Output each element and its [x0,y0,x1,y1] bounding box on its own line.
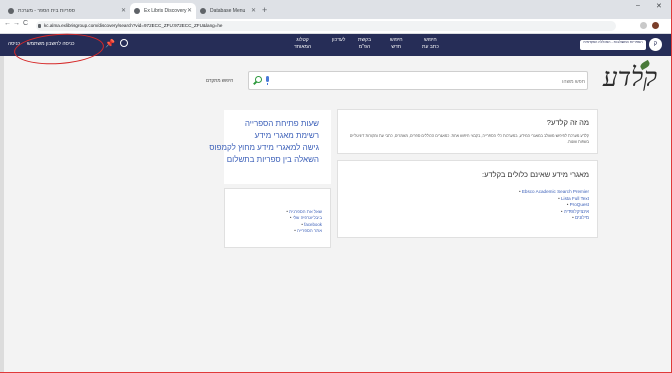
library-link[interactable]: רשימת מאגרי מידע [255,130,319,141]
library-links-card: שעות פתיחת הספרייה רשימת מאגרי מידע גישה… [209,110,331,184]
nav-journal-search[interactable]: חיפוש כתב עת [422,37,439,51]
search-box [248,71,588,91]
nav-new-search[interactable]: חיפוש חדש [390,37,403,51]
library-link[interactable]: שעות פתיחת הספרייה [245,118,319,129]
list-item[interactable]: מילונים [519,215,589,222]
back-button[interactable]: ← [4,20,11,27]
tab-title: Database Menu [210,8,246,14]
about-card: מה זה קלדע? קלדע מערכת לחיפוש משולב במאג… [337,109,598,154]
tab-title: Ex Libris Discovery [144,8,187,14]
kaldi-logo-text: קלדע [602,63,658,93]
search-input[interactable] [273,72,587,91]
list-item[interactable]: Ebsco Academic Search Premier [519,189,589,196]
nav-catalog[interactable]: קטלוג המאוחד [294,37,311,51]
close-icon[interactable]: ✕ [121,3,126,19]
new-tab-button[interactable]: + [262,3,267,17]
lock-icon [38,24,41,28]
frame-shadow [0,56,4,372]
nav-request[interactable]: בקשת הפ"מ [358,37,371,51]
favicon-icon [134,8,140,14]
more-links-card: שאל את הספרנית ביבליוגרפיה שלי facebook … [224,188,331,248]
library-link[interactable]: גישה למאגרי מידע מחוץ לקמפוס [209,142,319,153]
close-window-button[interactable]: ✕ [656,2,662,10]
about-text: קלדע מערכת לחיפוש משולב במאגרי המידע, במ… [349,134,589,144]
favicon-icon [200,8,206,14]
institution-logo[interactable]: הספריות המשולבות - המכללה האקדמית ק [580,38,666,52]
minimize-button[interactable]: – [636,2,640,9]
tab-discovery[interactable]: Ex Libris Discovery ✕ [130,3,196,19]
browser-window: ספריות בית הספר - מערכת ✕ Ex Libris Disc… [0,0,672,373]
microphone-icon[interactable] [266,76,269,85]
institution-logo-text: הספריות המשולבות - המכללה האקדמית [580,40,646,50]
star-icon[interactable] [640,22,647,29]
forward-button[interactable]: → [13,20,20,27]
tab-strip: ספריות בית הספר - מערכת ✕ Ex Libris Disc… [0,0,671,19]
institution-logo-mark: ק [649,38,662,51]
history-icon[interactable] [120,39,128,47]
nav-update[interactable]: לעדכון [332,37,345,44]
databases-title: מאגרי מידע שאינם כלולים בקלדע: [482,170,589,179]
databases-list: Ebsco Academic Search Premier Lista Full… [519,189,589,222]
favicon-icon [8,8,14,14]
tab-database-menu[interactable]: Database Menu ✕ [196,3,260,19]
pin-icon[interactable]: 📌 [105,39,115,48]
close-icon[interactable]: ✕ [251,3,256,19]
more-links-list: שאל את הספרנית ביבליוגרפיה שלי facebook … [286,209,322,234]
library-link[interactable]: השאלה בין ספריות בתשלום [227,154,319,165]
reload-button[interactable]: C [23,20,28,27]
address-bar[interactable]: kc.alma.exlibrisgroup.com/discovery/sear… [36,21,616,31]
list-item[interactable]: ביבליוגרפיה שלי [286,215,322,221]
about-title: מה זה קלדע? [546,118,589,127]
url-text: kc.alma.exlibrisgroup.com/discovery/sear… [44,23,223,28]
close-icon[interactable]: ✕ [187,3,192,19]
tab-library[interactable]: ספריות בית הספר - מערכת ✕ [4,3,130,19]
search-icon[interactable] [255,76,262,83]
databases-card: מאגרי מידע שאינם כלולים בקלדע: Ebsco Aca… [337,160,598,238]
tab-title: ספריות בית הספר - מערכת [18,8,75,14]
browser-toolbar: ← → C kc.alma.exlibrisgroup.com/discover… [0,19,671,34]
kaldi-logo[interactable]: קלדע [600,59,660,96]
profile-avatar[interactable] [652,22,659,29]
list-item[interactable]: אתר הספרייה [286,228,322,234]
main-nav: קטלוג המאוחד לעדכון בקשת הפ"מ חיפוש חדש … [294,37,464,55]
advanced-search-link[interactable]: חיפוש מתקדם [206,78,233,83]
